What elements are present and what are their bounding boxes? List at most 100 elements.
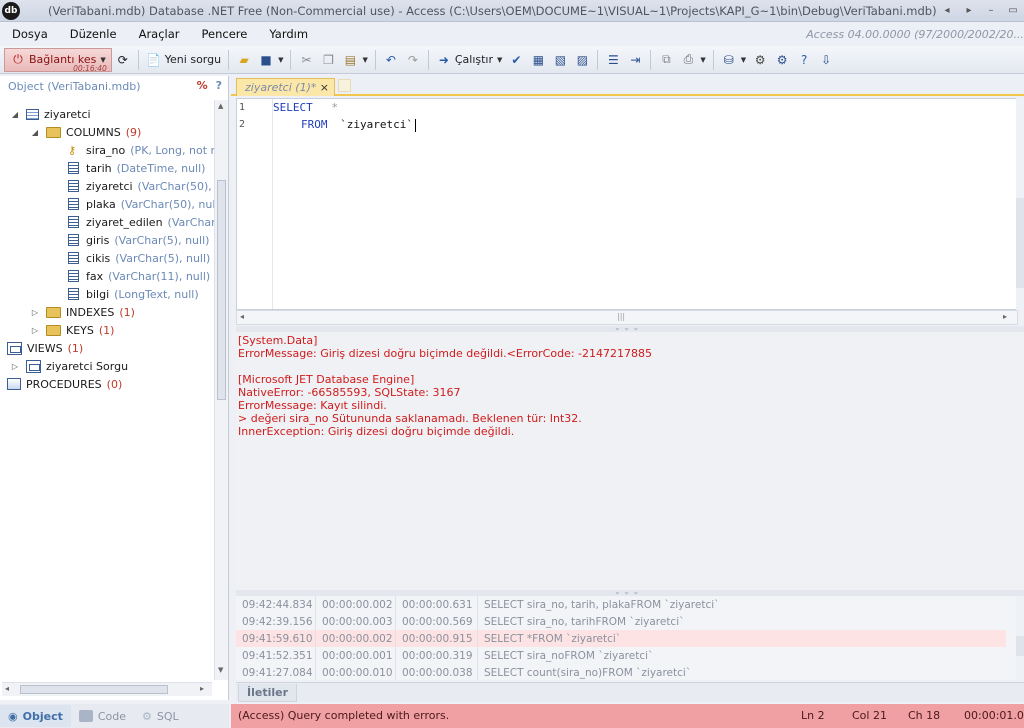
copy-button[interactable]: ❐ [317, 49, 339, 71]
open-button[interactable]: ▰ [233, 49, 255, 71]
export-button[interactable]: ⧉ [655, 49, 677, 71]
settings-button[interactable]: ⚙ [771, 49, 793, 71]
tree-column-tarih[interactable]: tarih (DateTime, null) [68, 159, 205, 177]
connection-time: 00:16:40 [73, 63, 107, 73]
undo-button[interactable]: ↶ [380, 49, 402, 71]
chevron-down-icon[interactable]: ▼ [100, 56, 105, 64]
message-line: > değeri sira_no Sütununda saklanamadı. … [238, 412, 582, 425]
doc-tab-ziyaretci[interactable]: ziyaretci (1)* × [236, 78, 335, 96]
tab-sql[interactable]: ⚙ SQL [134, 705, 187, 727]
chevron-down-icon[interactable]: ▼ [278, 56, 283, 64]
procedures-count: (0) [106, 377, 123, 391]
check-syntax-button[interactable]: ✔ [505, 49, 527, 71]
paste-button[interactable]: ▤ ▼ [339, 49, 370, 71]
print-button[interactable]: ⎙ ▼ [677, 49, 708, 71]
menu-duzenle[interactable]: Düzenle [59, 27, 128, 41]
tab-code-label: Code [97, 709, 127, 723]
message-line: ErrorMessage: Giriş dizesi doğru biçimde… [238, 347, 652, 360]
close-icon[interactable]: × [320, 81, 329, 94]
tree-hscroll-thumb[interactable] [20, 685, 168, 694]
save-button[interactable]: ■ ▼ [255, 49, 286, 71]
minimize-button[interactable]: – [982, 2, 1000, 18]
tree-vertical-scrollbar[interactable]: ▲ ▼ [214, 100, 228, 680]
find-button[interactable]: ▧ [549, 49, 571, 71]
history-row[interactable]: 09:42:44.834 00:00:00.002 00:00:00.631 S… [236, 596, 1006, 613]
editor-vertical-scrollbar[interactable] [1016, 98, 1024, 310]
expand-icon[interactable]: ▷ [10, 362, 20, 371]
tree-view-ziyaretci-sorgu[interactable]: ▷ ziyaretci Sorgu [10, 357, 128, 375]
grid-view-button[interactable]: ▦ [527, 49, 549, 71]
tree-keys-folder[interactable]: ▷ KEYS (1) [30, 321, 115, 339]
tree-horizontal-scrollbar[interactable]: ◂ ▸ [2, 682, 212, 696]
history-row[interactable]: 09:41:52.351 00:00:00.001 00:00:00.319 S… [236, 647, 1006, 664]
tree-column-plaka[interactable]: plaka (VarChar(50), null) [68, 195, 214, 213]
history-row-error[interactable]: 09:41:59.610 00:00:00.002 00:00:00.915 S… [236, 630, 1006, 647]
tree-indexes-folder[interactable]: ▷ INDEXES (1) [30, 303, 135, 321]
replace-button[interactable]: ▨ [571, 49, 593, 71]
splitter-grip: ⌄ ⌄ ⌄ [614, 323, 640, 332]
help-button[interactable]: ? [793, 49, 815, 71]
panel-help-button[interactable]: ? [216, 79, 222, 92]
scroll-right-icon[interactable]: ▸ [1003, 312, 1007, 321]
maximize-button[interactable]: ▭ [1004, 2, 1022, 18]
scroll-right-icon[interactable]: ▸ [200, 684, 204, 693]
tree-scroll-thumb[interactable] [217, 180, 226, 400]
run-button[interactable]: ➜ Çalıştır ▼ [433, 49, 506, 71]
tab-code[interactable]: Code [71, 705, 134, 727]
code-tab-icon [78, 710, 93, 722]
editor-scroll-thumb[interactable] [1016, 198, 1024, 288]
filter-percent-button[interactable]: % [197, 79, 208, 92]
scroll-right-icon[interactable]: ▸ [960, 2, 978, 18]
toolbar: ⏻ Bağlantı kes ▼ 00:16:40 ⟳ 📄 Yeni sorgu… [0, 46, 1024, 74]
expand-icon[interactable]: ▷ [30, 308, 40, 317]
tree-column-sira_no[interactable]: ⚷ sira_no (PK, Long, not nu [68, 141, 214, 159]
tab-iletiler[interactable]: İletiler [238, 684, 298, 702]
column-type: (VarChar(50), null) [120, 197, 214, 211]
history-row[interactable]: 09:42:39.156 00:00:00.003 00:00:00.569 S… [236, 613, 1006, 630]
chevron-down-icon[interactable]: ▼ [700, 56, 705, 64]
menu-dosya[interactable]: Dosya [0, 27, 59, 41]
connect-db-button[interactable]: ⛁ ▼ [718, 49, 749, 71]
indent-button[interactable]: ⇥ [624, 49, 646, 71]
new-query-button[interactable]: 📄 Yeni sorgu [143, 49, 224, 71]
sql-editor[interactable]: 1 2 SELECT * FROM `ziyaretci` [236, 98, 1024, 310]
history-row[interactable]: 09:41:27.084 00:00:00.010 00:00:00.038 S… [236, 664, 1006, 680]
chevron-down-icon[interactable]: ▼ [741, 56, 746, 64]
menu-araclar[interactable]: Araçlar [128, 27, 191, 41]
left-panel-tabs: ◉ Object Code ⚙ SQL [0, 704, 229, 728]
tree-column-fax[interactable]: fax (VarChar(11), null) [68, 267, 210, 285]
tools-button[interactable]: ⚙ [749, 49, 771, 71]
tree-column-ziyaret_edilen[interactable]: ziyaret_edilen (VarChar(5 [68, 213, 214, 231]
tree-column-cikis[interactable]: cikis (VarChar(5), null) [68, 249, 210, 267]
tree-column-giris[interactable]: giris (VarChar(5), null) [68, 231, 209, 249]
scroll-left-icon[interactable]: ◂ [240, 312, 244, 321]
collapse-icon[interactable]: ◢ [10, 110, 20, 119]
chevron-down-icon[interactable]: ▼ [497, 56, 502, 64]
tree-table-ziyaretci[interactable]: ◢ ziyaretci [10, 105, 91, 123]
tree-views-folder[interactable]: VIEWS (1) [7, 339, 83, 357]
download-button[interactable]: ⇩ [815, 49, 837, 71]
history-scroll-thumb[interactable] [1016, 636, 1024, 656]
redo-button[interactable]: ↷ [402, 49, 424, 71]
format-button[interactable]: ☰ [602, 49, 624, 71]
cut-button[interactable]: ✂ [295, 49, 317, 71]
collapse-icon[interactable]: ◢ [30, 128, 40, 137]
scroll-up-icon[interactable]: ▲ [218, 102, 223, 110]
tree-column-ziyaretci[interactable]: ziyaretci (VarChar(50), nu [68, 177, 214, 195]
tab-object[interactable]: ◉ Object [0, 705, 71, 727]
expand-icon[interactable]: ▷ [30, 326, 40, 335]
disconnect-button[interactable]: ⏻ Bağlantı kes ▼ 00:16:40 [4, 47, 112, 73]
menu-pencere[interactable]: Pencere [191, 27, 259, 41]
new-tab-button[interactable] [338, 79, 351, 92]
scroll-down-icon[interactable]: ▼ [218, 666, 223, 674]
history-vertical-scrollbar[interactable] [1016, 596, 1024, 680]
menu-yardim[interactable]: Yardım [258, 27, 319, 41]
tree-columns-folder[interactable]: ◢ COLUMNS (9) [30, 123, 141, 141]
scroll-left-icon[interactable]: ◂ [5, 684, 9, 693]
scroll-left-icon[interactable]: ◂ [938, 2, 956, 18]
tree-column-bilgi[interactable]: bilgi (LongText, null) [68, 285, 199, 303]
sql-tab-icon: ⚙ [142, 709, 152, 723]
chevron-down-icon[interactable]: ▼ [362, 56, 367, 64]
refresh-button[interactable]: ⟳ [112, 49, 134, 71]
tree-procedures-folder[interactable]: PROCEDURES (0) [7, 375, 122, 393]
